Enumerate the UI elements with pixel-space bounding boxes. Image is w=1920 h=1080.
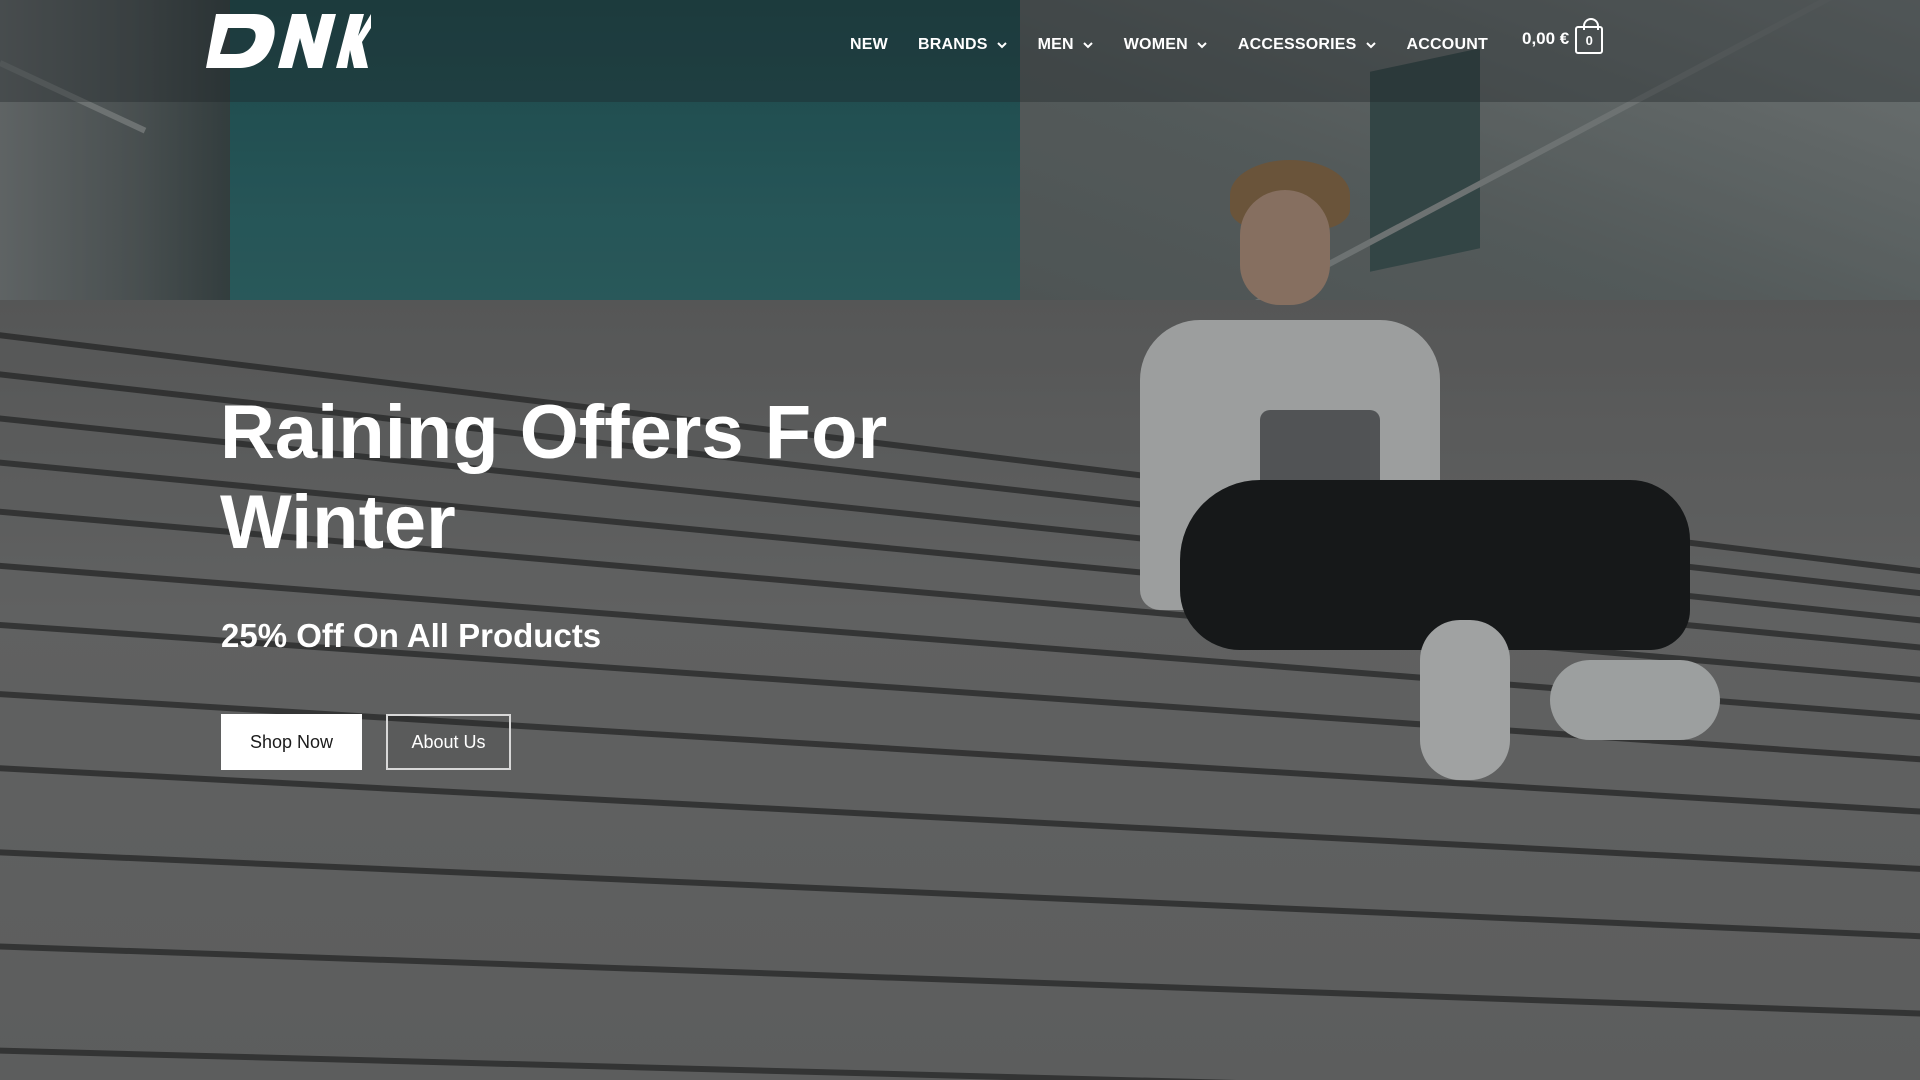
shopping-bag-icon: 0 (1575, 18, 1605, 54)
nav-item-account[interactable]: ACCOUNT (1407, 34, 1488, 56)
cart-total: 0,00 € (1522, 29, 1570, 48)
nav-item-new[interactable]: NEW (850, 34, 888, 56)
hero-section: NEW BRANDS MEN WOMEN ACCESSORIES ACCOUNT (0, 0, 1920, 1080)
main-navigation: NEW BRANDS MEN WOMEN ACCESSORIES ACCOUNT (850, 34, 1488, 56)
about-us-button[interactable]: About Us (386, 714, 511, 770)
nav-item-label: MEN (1037, 36, 1074, 53)
nav-item-label: ACCESSORIES (1237, 36, 1357, 53)
hero-title: Raining Offers For Winter (220, 390, 888, 565)
nav-item-label: NEW (850, 36, 888, 53)
nav-item-accessories[interactable]: ACCESSORIES (1238, 34, 1377, 56)
shop-now-button[interactable]: Shop Now (221, 714, 362, 770)
nav-item-women[interactable]: WOMEN (1124, 34, 1208, 56)
chevron-down-icon (1083, 42, 1093, 49)
site-logo[interactable] (206, 6, 371, 78)
chevron-down-icon (1197, 42, 1207, 49)
nav-item-label: ACCOUNT (1406, 36, 1488, 53)
nav-item-label: WOMEN (1123, 36, 1188, 53)
site-header: NEW BRANDS MEN WOMEN ACCESSORIES ACCOUNT (0, 0, 1920, 102)
nav-item-men[interactable]: MEN (1038, 34, 1094, 56)
hero-subtitle: 25% Off On All Products (221, 617, 602, 654)
cart-count: 0 (1585, 32, 1593, 48)
nav-item-label: BRANDS (917, 36, 988, 53)
chevron-down-icon (996, 42, 1007, 49)
cart-button[interactable]: 0,00 € 0 (1522, 18, 1605, 54)
dnk-logo-icon (206, 14, 371, 68)
chevron-down-icon (1365, 42, 1376, 49)
nav-item-brands[interactable]: BRANDS (918, 34, 1008, 56)
